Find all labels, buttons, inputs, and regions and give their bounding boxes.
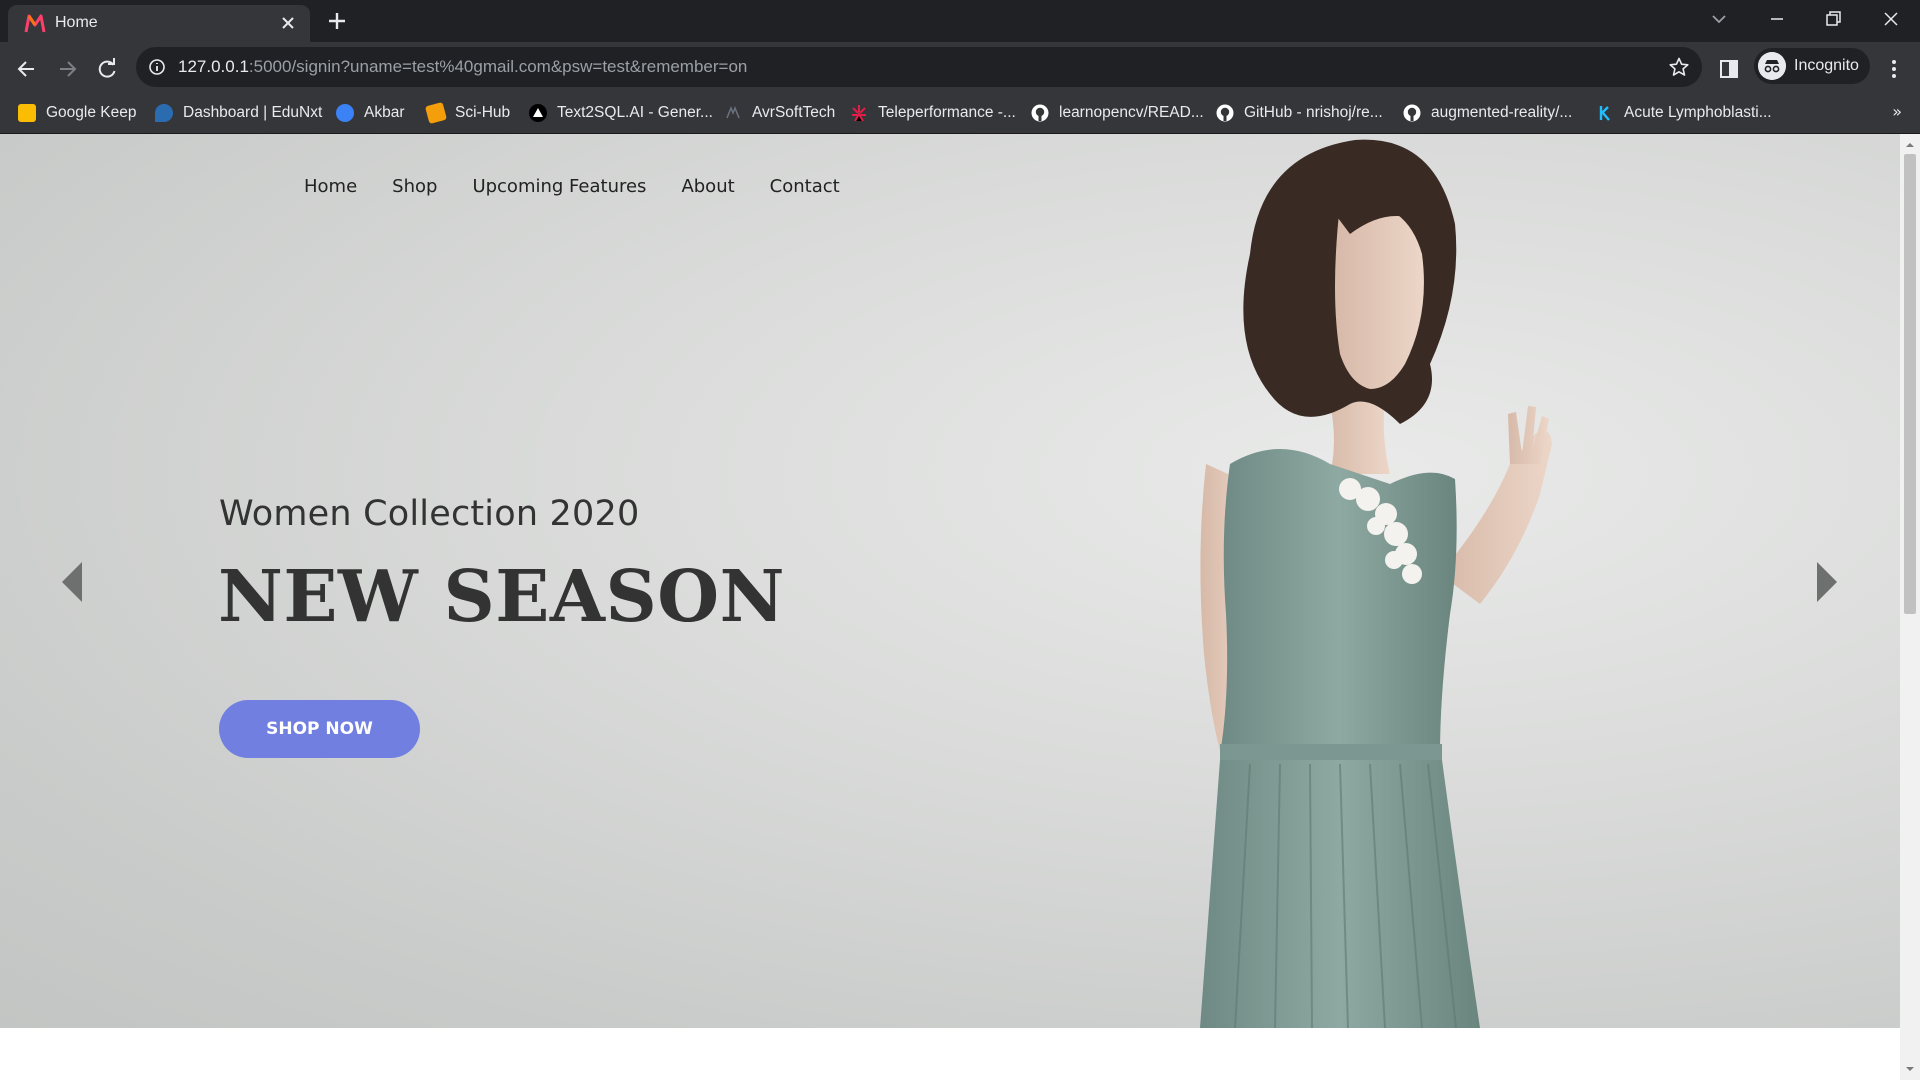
- scihub-icon: [424, 101, 448, 125]
- github-icon: [1216, 104, 1234, 122]
- bookmark-scihub[interactable]: Sci-Hub: [424, 94, 511, 132]
- edunxt-icon: [155, 104, 173, 122]
- scroll-down-icon[interactable]: [1905, 1064, 1915, 1074]
- bookmark-augmented-reality[interactable]: augmented-reality/...: [1403, 94, 1572, 132]
- hero-title: NEW SEASON: [218, 554, 785, 638]
- avrsofttech-icon: [726, 105, 740, 119]
- back-icon[interactable]: [14, 56, 40, 82]
- hero-subtitle: Women Collection 2020: [219, 494, 640, 534]
- bookmark-label: Acute Lymphoblasti...: [1624, 104, 1772, 121]
- bookmark-label: AvrSoftTech: [752, 104, 836, 121]
- bookmark-teleperformance[interactable]: Teleperformance -...: [850, 94, 1016, 132]
- bookmark-label: Sci-Hub: [455, 104, 511, 121]
- bookmark-label: Dashboard | EduNxt: [183, 104, 323, 121]
- bookmarks-bar: Google Keep Dashboard | EduNxt Akbar Sci…: [0, 94, 1920, 134]
- reload-icon[interactable]: [94, 56, 120, 82]
- bookmark-kaggle[interactable]: Acute Lymphoblasti...: [1596, 94, 1772, 132]
- bookmark-label: Teleperformance -...: [878, 104, 1016, 121]
- incognito-profile-button[interactable]: Incognito: [1754, 48, 1870, 84]
- address-bar[interactable]: 127.0.0.1:5000/signin?uname=test%40gmail…: [136, 47, 1702, 87]
- previous-slide-icon[interactable]: [60, 560, 86, 604]
- incognito-label: Incognito: [1794, 57, 1859, 74]
- teleperformance-icon: [852, 105, 866, 122]
- tab-strip: Home: [0, 0, 1920, 42]
- bookmark-star-icon[interactable]: [1668, 56, 1690, 78]
- next-slide-icon[interactable]: [1813, 560, 1839, 604]
- nav-shop[interactable]: Shop: [392, 176, 437, 197]
- tab-search-icon[interactable]: [1706, 6, 1732, 32]
- tab-title: Home: [55, 14, 98, 31]
- keep-icon: [18, 104, 36, 122]
- url-host: 127.0.0.1: [178, 57, 249, 76]
- bookmark-label: Text2SQL.AI - Gener...: [557, 104, 713, 121]
- url-path: :5000/signin?uname=test%40gmail.com&psw=…: [248, 57, 748, 76]
- akbar-icon: [336, 104, 354, 122]
- page-viewport: Home Shop Upcoming Features About Contac…: [0, 134, 1900, 1080]
- model-photo: [1200, 139, 1552, 1028]
- browser-menu-icon[interactable]: [1884, 58, 1904, 80]
- bookmark-edunxt[interactable]: Dashboard | EduNxt: [155, 94, 322, 132]
- scroll-up-icon[interactable]: [1905, 140, 1915, 150]
- kaggle-icon: [1599, 106, 1610, 121]
- site-info-icon[interactable]: [148, 58, 166, 76]
- minimize-icon[interactable]: [1764, 6, 1790, 32]
- scroll-thumb[interactable]: [1904, 154, 1916, 614]
- browser-toolbar: 127.0.0.1:5000/signin?uname=test%40gmail…: [0, 42, 1920, 94]
- incognito-icon: [1758, 52, 1786, 80]
- new-tab-icon[interactable]: [326, 10, 348, 32]
- bookmark-label: augmented-reality/...: [1431, 104, 1573, 121]
- bookmark-avrsofttech[interactable]: AvrSoftTech: [724, 94, 835, 132]
- bookmark-text2sql[interactable]: Text2SQL.AI - Gener...: [529, 94, 713, 132]
- tab-home[interactable]: Home: [8, 5, 310, 42]
- bookmark-learnopencv[interactable]: learnopencv/READ...: [1031, 94, 1204, 132]
- myntra-logo-icon: [24, 14, 46, 33]
- url-text[interactable]: 127.0.0.1:5000/signin?uname=test%40gmail…: [178, 57, 747, 77]
- github-icon: [1403, 104, 1421, 122]
- shop-now-button[interactable]: SHOP NOW: [219, 700, 420, 758]
- page-scrollbar[interactable]: [1900, 134, 1920, 1080]
- github-icon: [1031, 104, 1049, 122]
- bookmark-github-nrishoj[interactable]: GitHub - nrishoj/re...: [1216, 94, 1383, 132]
- bookmark-label: Google Keep: [46, 104, 137, 121]
- close-tab-icon[interactable]: [278, 13, 298, 33]
- main-nav: Home Shop Upcoming Features About Contac…: [304, 176, 875, 197]
- nav-home[interactable]: Home: [304, 176, 357, 197]
- text2sql-icon: [529, 104, 547, 122]
- side-panel-icon[interactable]: [1718, 58, 1740, 80]
- bookmark-label: learnopencv/READ...: [1059, 104, 1204, 121]
- nav-contact[interactable]: Contact: [770, 176, 840, 197]
- nav-upcoming-features[interactable]: Upcoming Features: [472, 176, 646, 197]
- close-window-icon[interactable]: [1878, 6, 1904, 32]
- bookmark-akbar[interactable]: Akbar: [336, 94, 405, 132]
- restore-icon[interactable]: [1820, 6, 1846, 32]
- bookmark-label: GitHub - nrishoj/re...: [1244, 104, 1383, 121]
- nav-about[interactable]: About: [681, 176, 734, 197]
- more-bookmarks-button[interactable]: »: [1892, 102, 1902, 121]
- bookmark-google-keep[interactable]: Google Keep: [18, 94, 137, 132]
- forward-icon[interactable]: [54, 56, 80, 82]
- hero-slider: Home Shop Upcoming Features About Contac…: [0, 134, 1900, 1028]
- bookmark-label: Akbar: [364, 104, 405, 121]
